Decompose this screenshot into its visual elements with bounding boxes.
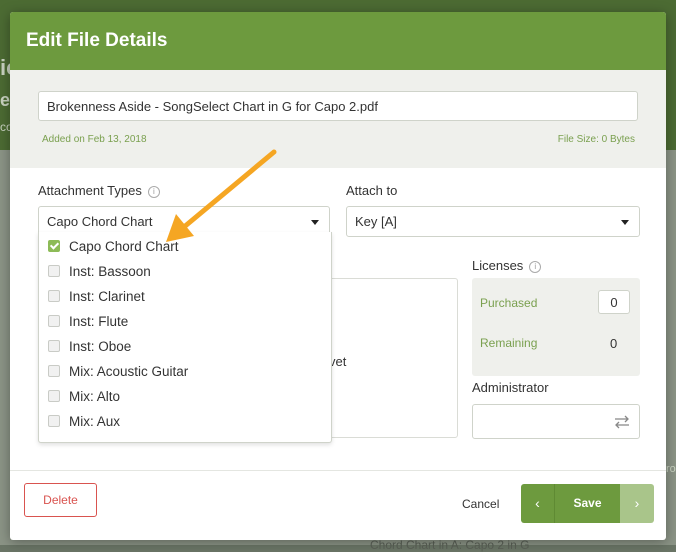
edit-file-modal: Edit File Details Added on Feb 13, 2018 … <box>10 12 666 540</box>
checkbox[interactable] <box>48 240 60 252</box>
attachment-types-dropdown: Capo Chord Chart Inst: Bassoon Inst: Cla… <box>38 232 332 443</box>
swap-icon <box>615 415 629 429</box>
info-icon[interactable]: i <box>147 186 160 198</box>
background-text-fragment: ro <box>666 463 676 475</box>
dropdown-option[interactable]: Inst: Clarinet <box>48 284 145 309</box>
dropdown-option[interactable]: Mix: Acoustic Guitar <box>48 359 188 384</box>
modal-title: Edit File Details <box>10 12 666 70</box>
checkbox[interactable] <box>48 390 60 402</box>
chevron-down-icon <box>311 220 319 225</box>
administrator-select[interactable] <box>472 404 640 439</box>
option-label: Capo Chord Chart <box>69 239 179 254</box>
attach-to-label: Attach to <box>346 183 398 198</box>
option-label: Mix: Aux <box>69 414 121 429</box>
checkbox[interactable] <box>48 265 60 277</box>
purchased-label: Purchased <box>480 296 538 310</box>
chevron-down-icon <box>621 220 629 225</box>
info-icon[interactable]: i <box>529 261 542 273</box>
checkbox[interactable] <box>48 290 60 302</box>
delete-button[interactable]: Delete <box>24 483 97 517</box>
remaining-value: 0 <box>610 336 618 351</box>
option-label: Inst: Oboe <box>69 339 132 354</box>
background-title-fragment: e <box>0 90 11 110</box>
save-button-group: ‹ Save › <box>521 484 654 523</box>
footer-divider <box>10 470 666 471</box>
option-label: Inst: Bassoon <box>69 264 151 279</box>
licenses-label: Licenses i <box>472 258 542 273</box>
file-name-input[interactable] <box>38 91 638 121</box>
dropdown-option[interactable]: Inst: Oboe <box>48 334 131 359</box>
dropdown-option[interactable]: Inst: Flute <box>48 309 128 334</box>
checkbox[interactable] <box>48 315 60 327</box>
dropdown-option[interactable]: Inst: Bassoon <box>48 259 151 284</box>
checkbox[interactable] <box>48 340 60 352</box>
background-file-link: Chord Chart in A: Capo 2 in G <box>370 538 530 552</box>
option-label: Inst: Clarinet <box>69 289 145 304</box>
cancel-button[interactable]: Cancel <box>462 497 499 511</box>
added-on-date: Added on Feb 13, 2018 <box>42 134 147 145</box>
attachment-types-label: Attachment Types i <box>38 183 160 198</box>
next-button[interactable]: › <box>620 484 654 523</box>
checkbox[interactable] <box>48 415 60 427</box>
purchased-input[interactable] <box>598 290 630 314</box>
dropdown-option[interactable]: Capo Chord Chart <box>48 234 179 259</box>
dropdown-option[interactable]: Mix: Aux <box>48 409 120 434</box>
remaining-label: Remaining <box>480 336 538 350</box>
licenses-panel: Purchased Remaining 0 <box>472 278 640 376</box>
option-label: Mix: Acoustic Guitar <box>69 364 189 379</box>
attach-to-selected: Key [A] <box>355 214 397 229</box>
save-button[interactable]: Save <box>555 484 620 523</box>
file-size: File Size: 0 Bytes <box>557 134 635 145</box>
checkbox[interactable] <box>48 365 60 377</box>
file-info-section: Added on Feb 13, 2018 File Size: 0 Bytes <box>10 70 666 168</box>
previous-button[interactable]: ‹ <box>521 484 555 523</box>
dropdown-option[interactable]: Mix: Alto <box>48 384 120 409</box>
administrator-label: Administrator <box>472 380 549 395</box>
option-label: Mix: Alto <box>69 389 121 404</box>
attach-to-select[interactable]: Key [A] <box>346 206 640 237</box>
attachment-types-label-text: Attachment Types <box>38 183 142 198</box>
licenses-label-text: Licenses <box>472 258 524 273</box>
option-label: Inst: Flute <box>69 314 129 329</box>
attachment-types-selected: Capo Chord Chart <box>47 214 153 229</box>
